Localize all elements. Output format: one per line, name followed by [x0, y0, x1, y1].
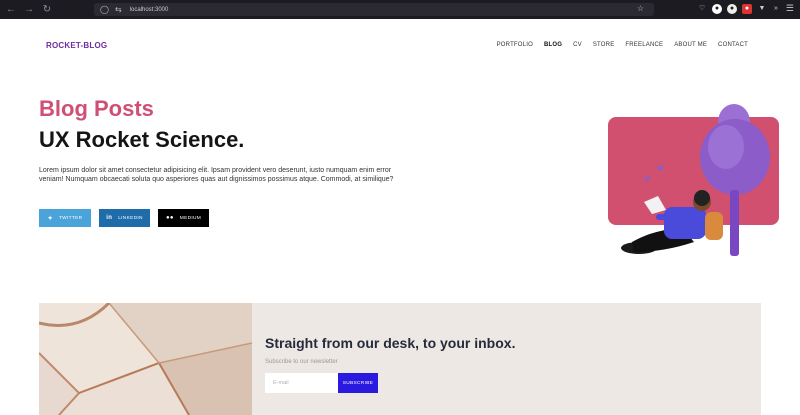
medium-button[interactable]: ●● MEDIUM [158, 209, 209, 227]
browser-toolbar: ← → ↻ ◯ ⇆ localhost:3000 ☆ ♡ ● ● ● ▼ » ☰ [0, 0, 800, 19]
extension-icon[interactable]: ▼ [757, 4, 767, 14]
page-title: Blog Posts [39, 96, 154, 121]
nav-item-cv[interactable]: CV [573, 42, 582, 48]
hero-illustration [608, 104, 779, 256]
nav-item-store[interactable]: STORE [593, 42, 615, 48]
forward-icon[interactable]: → [22, 3, 36, 17]
extension-icon[interactable]: ● [727, 4, 737, 14]
medium-label: MEDIUM [179, 215, 202, 221]
page-info-icon[interactable]: ⇆ [115, 5, 122, 14]
menu-icon[interactable]: ☰ [786, 3, 794, 14]
twitter-icon: ✦ [47, 215, 53, 222]
twitter-button[interactable]: ✦ TWITTER [39, 209, 91, 227]
bookmark-star-icon[interactable]: ☆ [637, 4, 644, 13]
site-logo[interactable]: ROCKET-BLOG [46, 41, 107, 50]
medium-icon: ●● [165, 215, 174, 221]
pocket-icon[interactable]: ♡ [697, 4, 707, 14]
back-icon[interactable]: ← [4, 3, 18, 17]
nav-item-portfolio[interactable]: PORTFOLIO [497, 42, 533, 48]
hero-description: Lorem ipsum dolor sit amet consectetur a… [39, 167, 394, 183]
newsletter-section: Straight from our desk, to your inbox. S… [39, 303, 761, 415]
email-field[interactable] [265, 373, 338, 393]
nav-item-blog[interactable]: BLOG [544, 42, 562, 48]
address-bar[interactable]: ◯ ⇆ localhost:3000 ☆ [94, 3, 654, 16]
linkedin-button[interactable]: in LINKEDIN [99, 209, 150, 227]
url-text[interactable]: localhost:3000 [130, 7, 169, 13]
envelopes-image [39, 303, 252, 415]
reload-icon[interactable]: ↻ [40, 3, 54, 17]
subscribe-button[interactable]: SUBSCRIBE [338, 373, 378, 393]
linkedin-label: LINKEDIN [118, 215, 143, 221]
extension-icon[interactable]: ● [712, 4, 722, 14]
nav-item-about-me[interactable]: ABOUT ME [674, 42, 707, 48]
newsletter-title: Straight from our desk, to your inbox. [265, 335, 516, 351]
page-subtitle: UX Rocket Science. [39, 127, 245, 152]
extension-icon[interactable]: » [771, 4, 781, 14]
linkedin-icon: in [106, 215, 113, 221]
newsletter-subtitle: Subscribe to our newsletter [265, 359, 338, 365]
main-nav: PORTFOLIO BLOG CV STORE FREELANCE ABOUT … [497, 42, 748, 48]
nav-item-contact[interactable]: CONTACT [718, 42, 748, 48]
extension-icon[interactable]: ● [742, 4, 752, 14]
nav-item-freelance[interactable]: FREELANCE [625, 42, 663, 48]
twitter-label: TWITTER [58, 215, 83, 221]
shield-icon[interactable]: ◯ [100, 5, 109, 14]
